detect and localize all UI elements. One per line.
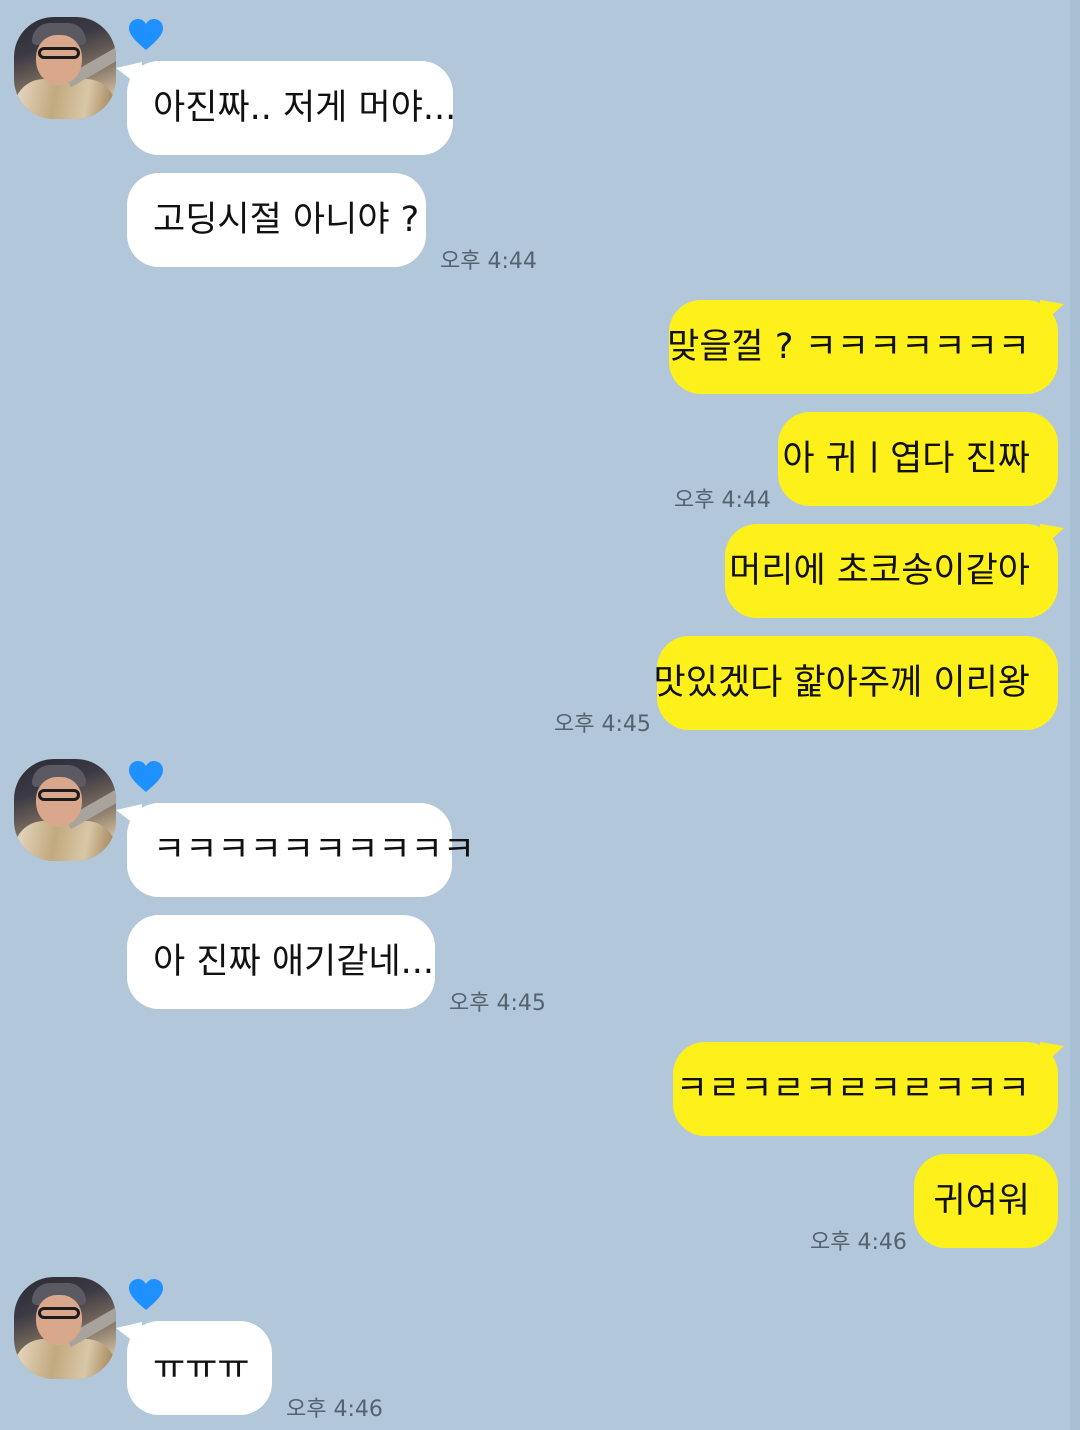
message-text: ㅠㅠㅠ xyxy=(153,1347,250,1388)
message-bubble[interactable]: ㅋㅋㅋㅋㅋㅋㅋㅋㅋㅋ xyxy=(127,803,475,897)
message-bubble[interactable]: ㅠㅠㅠ xyxy=(127,1321,272,1415)
blue-heart-icon xyxy=(129,761,163,792)
message-text: 머리에 초코송이같아 xyxy=(729,550,1030,591)
message-bubble[interactable]: 아 귀ㅣ엽다 진짜 xyxy=(778,412,1058,506)
profile-avatar[interactable] xyxy=(14,1277,116,1379)
scroll-edge xyxy=(1070,0,1080,1430)
message-text: ㅋㄹㅋㄹㅋㄹㅋㄹㅋㅋㅋ xyxy=(675,1068,1030,1109)
message-timestamp: 오후 4:46 xyxy=(286,1397,383,1422)
message-text: 귀여워 xyxy=(933,1180,1030,1221)
message-bubble[interactable]: 머리에 초코송이같아 xyxy=(725,524,1058,618)
message-timestamp: 오후 4:45 xyxy=(449,991,546,1016)
message-text: 맛있겠다 핥아주께 이리왕 xyxy=(653,662,1030,703)
message-text: 아 귀ㅣ엽다 진짜 xyxy=(782,438,1030,479)
message-text: ㅋㅋㅋㅋㅋㅋㅋㅋㅋㅋ xyxy=(153,829,476,870)
message-bubble[interactable]: 고딩시절 아니야 ? xyxy=(127,173,426,267)
message-bubble[interactable]: ㅋㄹㅋㄹㅋㄹㅋㄹㅋㅋㅋ xyxy=(673,1042,1058,1136)
message-timestamp: 오후 4:44 xyxy=(674,488,771,513)
profile-avatar[interactable] xyxy=(14,759,116,861)
message-bubble[interactable]: 아 진짜 애기같네... xyxy=(127,915,435,1009)
blue-heart-icon xyxy=(129,1279,163,1310)
chat-room: 아진짜.. 저게 머야... 고딩시절 아니야 ? 오후 4:44 맞을껄 ? … xyxy=(0,0,1080,1430)
message-timestamp: 오후 4:44 xyxy=(440,249,537,274)
message-text: 아진짜.. 저게 머야... xyxy=(153,87,457,128)
message-text: 고딩시절 아니야 ? xyxy=(153,199,420,240)
message-bubble[interactable]: 귀여워 xyxy=(914,1154,1058,1248)
message-timestamp: 오후 4:45 xyxy=(554,712,651,737)
profile-avatar[interactable] xyxy=(14,17,116,119)
message-timestamp: 오후 4:46 xyxy=(810,1230,907,1255)
message-text: 맞을껄 ? ㅋㅋㅋㅋㅋㅋㅋ xyxy=(667,326,1030,367)
message-text: 아 진짜 애기같네... xyxy=(153,941,435,982)
blue-heart-icon xyxy=(129,19,163,50)
message-bubble[interactable]: 아진짜.. 저게 머야... xyxy=(127,61,457,155)
message-bubble[interactable]: 맞을껄 ? ㅋㅋㅋㅋㅋㅋㅋ xyxy=(667,300,1058,394)
message-bubble[interactable]: 맛있겠다 핥아주께 이리왕 xyxy=(653,636,1058,730)
